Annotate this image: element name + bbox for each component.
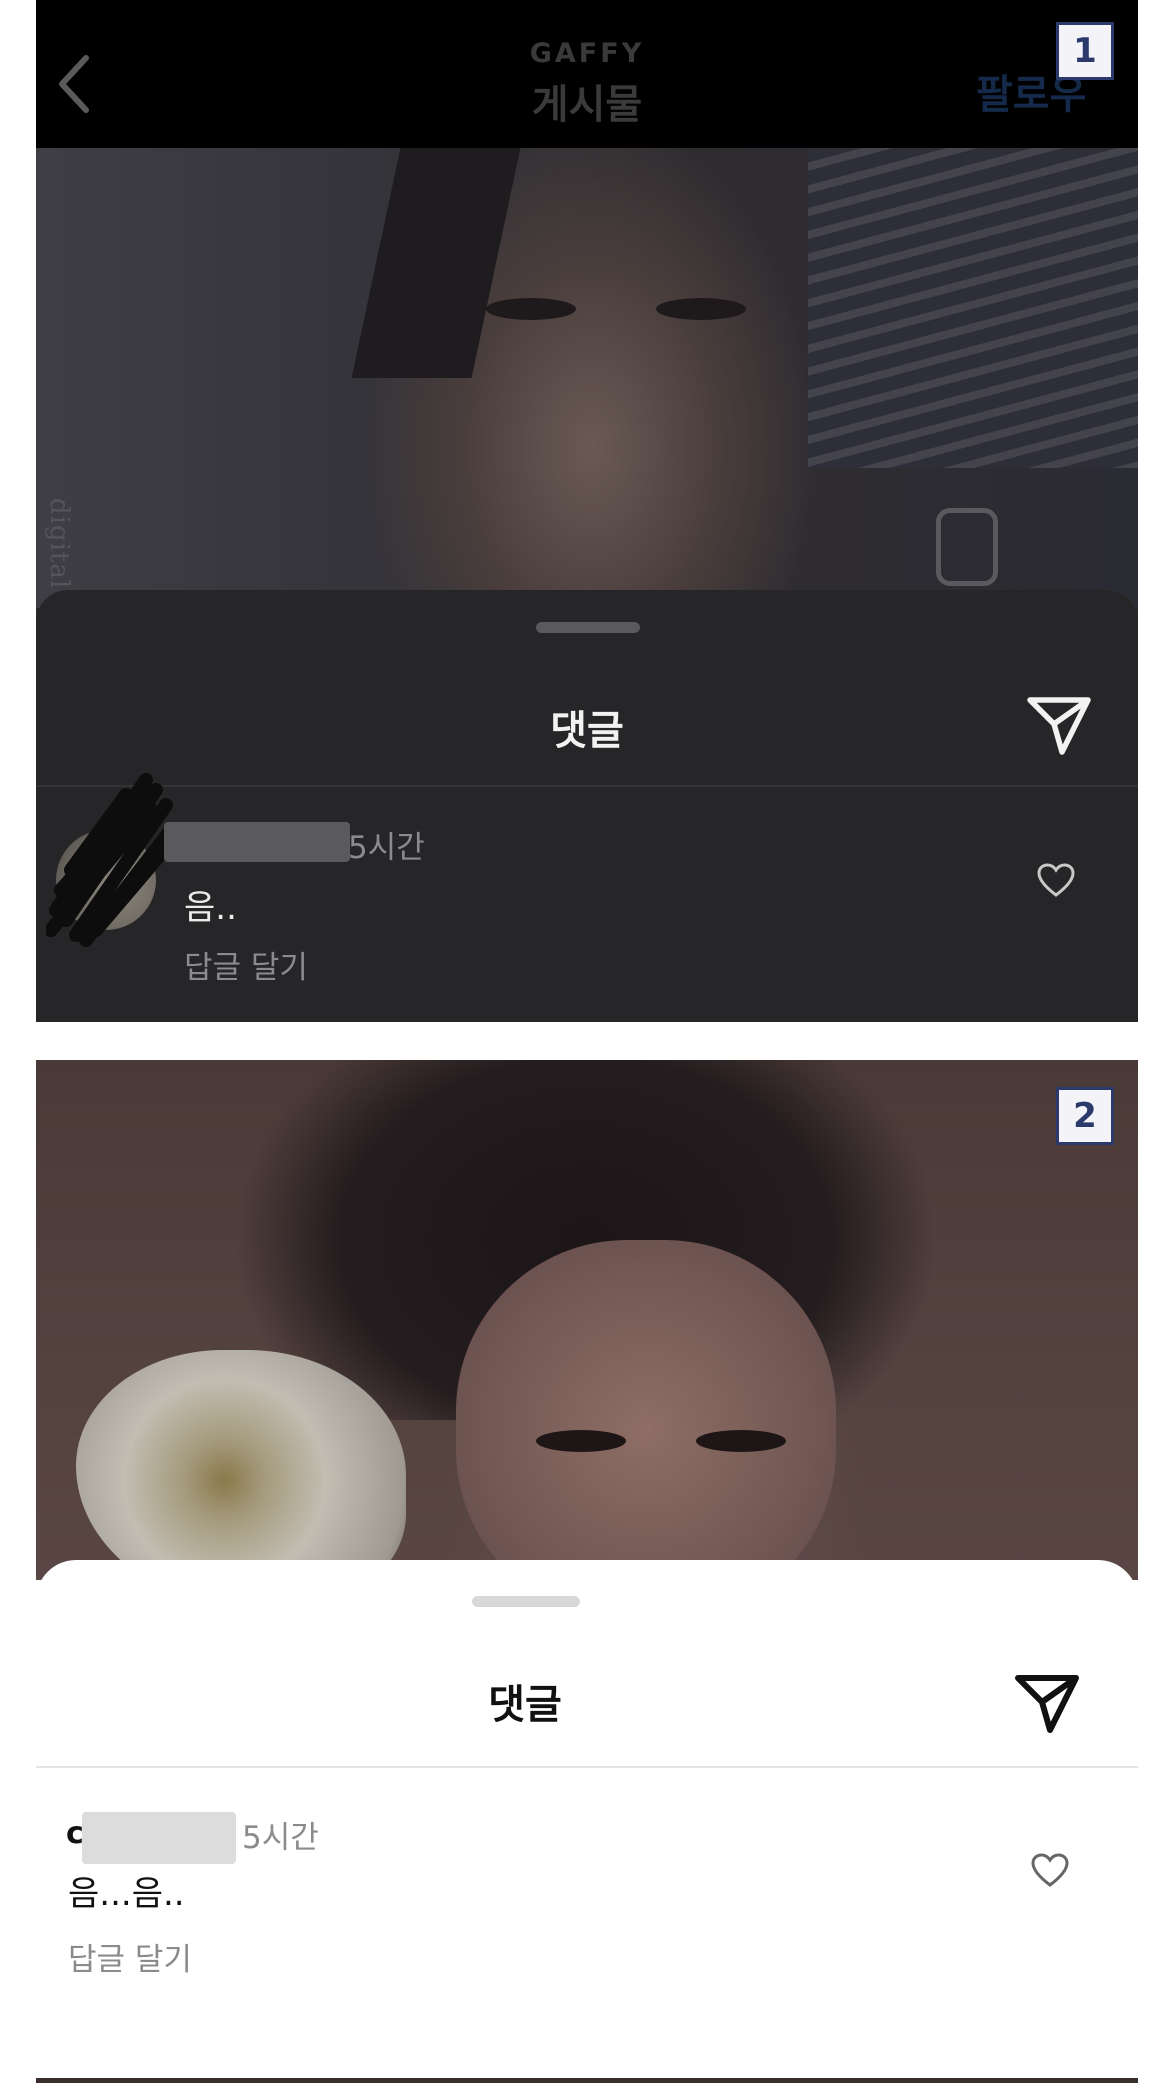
photo-eye-right xyxy=(656,298,746,320)
sheet-divider xyxy=(36,785,1138,787)
send-icon[interactable] xyxy=(1014,1672,1080,1734)
sheet-title: 댓글 xyxy=(488,1682,562,1728)
sheet-drag-handle[interactable] xyxy=(472,1596,580,1607)
comment-time: 5시간 xyxy=(242,1820,319,1856)
username-redacted xyxy=(82,1812,236,1864)
panel-number-badge: 2 xyxy=(1056,1087,1114,1145)
photo-eye-left xyxy=(536,1430,626,1452)
post-photo xyxy=(36,1060,1138,1620)
next-panel-edge xyxy=(36,2078,1138,2083)
username-redacted xyxy=(164,822,350,862)
panel-number-badge: 1 xyxy=(1056,22,1114,80)
reply-button[interactable]: 답글 달기 xyxy=(68,1934,192,1979)
photo-scarf xyxy=(808,148,1138,468)
sheet-drag-handle[interactable] xyxy=(536,622,640,633)
photo-hair-left xyxy=(351,148,521,378)
comment-time: 5시간 xyxy=(348,830,425,866)
sheet-title: 댓글 xyxy=(550,708,624,754)
screenshot-panel-2: 2 댓글 c 5시간 음...음.. 답글 달기 xyxy=(36,1060,1138,2083)
send-icon[interactable] xyxy=(1026,694,1092,756)
post-photo: digital edition xyxy=(36,148,1138,697)
scribble-redaction xyxy=(46,773,176,947)
comment-text: 음.. xyxy=(184,888,237,928)
heart-icon[interactable] xyxy=(1036,862,1076,898)
photo-eye-left xyxy=(486,298,576,320)
sheet-divider xyxy=(36,1766,1138,1768)
post-header: GAFFY 게시물 팔로우 xyxy=(36,0,1138,148)
screenshot-panel-1: digital edition GAFFY 게시물 팔로우 1 댓글 5시간 음… xyxy=(36,0,1138,1022)
reply-button[interactable]: 답글 달기 xyxy=(184,942,308,987)
heart-icon[interactable] xyxy=(1030,1852,1070,1888)
account-name: GAFFY xyxy=(529,38,645,69)
comment-text: 음...음.. xyxy=(68,1874,185,1914)
photo-eye-right xyxy=(696,1430,786,1452)
comments-sheet: 댓글 5시간 음.. 답글 달기 xyxy=(36,590,1138,1022)
page-title: 게시물 xyxy=(531,82,643,128)
photo-earring xyxy=(936,508,998,586)
comments-sheet: 댓글 c 5시간 음...음.. 답글 달기 xyxy=(36,1560,1138,2083)
